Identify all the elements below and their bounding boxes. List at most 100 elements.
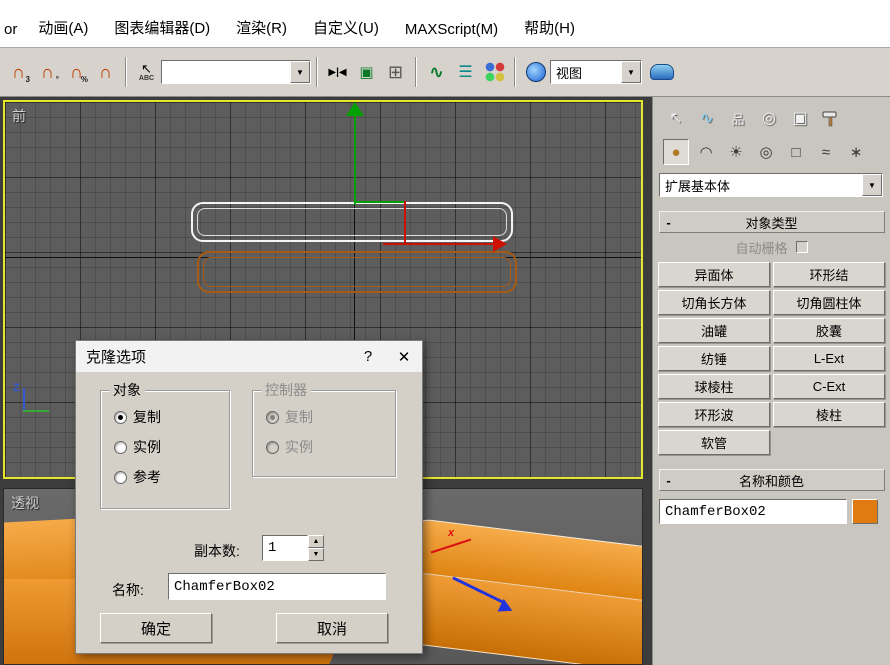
ok-button[interactable]: 确定 xyxy=(100,613,212,643)
collapse-icon: - xyxy=(666,472,671,488)
named-selection-value xyxy=(162,61,290,83)
gengon-button[interactable]: 球棱柱 xyxy=(658,374,770,399)
gizmo-y-arrowhead[interactable] xyxy=(346,102,364,116)
radio-reference[interactable] xyxy=(114,470,127,484)
radio-instance[interactable] xyxy=(114,440,127,454)
radio-controller-copy-label: 复制 xyxy=(285,409,313,425)
gizmo-x-arrowhead[interactable] xyxy=(493,236,507,252)
help-icon[interactable]: ? xyxy=(350,341,386,372)
name-color-rollout-header[interactable]: - 名称和颜色 xyxy=(658,469,885,491)
menu-item-truncated[interactable]: or xyxy=(2,19,25,40)
display-tab-icon[interactable]: ▣ xyxy=(787,105,813,131)
ringwave-button[interactable]: 环形波 xyxy=(658,402,770,427)
hierarchy-tab-icon[interactable]: 品 xyxy=(725,105,751,131)
spinner-down-icon[interactable]: ▼ xyxy=(308,548,324,561)
chevron-down-icon[interactable]: ▼ xyxy=(621,61,641,83)
layer-manager-icon[interactable]: ⊞ xyxy=(382,59,409,86)
torus-knot-button[interactable]: 环形结 xyxy=(773,262,885,287)
oiltank-button[interactable]: 油罐 xyxy=(658,318,770,343)
menu-item-maxscript[interactable]: MAXScript(M) xyxy=(392,19,511,40)
views-dropdown[interactable]: 视图 ▼ xyxy=(550,60,642,84)
category-dropdown[interactable]: 扩展基本体 ▼ xyxy=(659,173,883,197)
menu-bar: or 动画(A) 图表编辑器(D) 渲染(R) 自定义(U) MAXScript… xyxy=(0,0,890,48)
category-dropdown-value: 扩展基本体 xyxy=(665,178,731,194)
radio-controller-copy xyxy=(266,410,279,424)
tripod-x-axis xyxy=(23,410,49,412)
systems-subtab-icon[interactable]: ∗ xyxy=(843,139,869,165)
toolbar-separator xyxy=(514,57,516,87)
gizmo-y-axis[interactable] xyxy=(354,115,356,205)
gizmo-x-axis[interactable] xyxy=(383,243,493,245)
mirror-icon[interactable]: ▶|◀ xyxy=(324,59,351,86)
autogrid-row: 自动栅格 xyxy=(653,235,890,259)
dialog-title-bar[interactable]: 克隆选项 ? ✕ xyxy=(76,341,422,373)
menu-item-customize[interactable]: 自定义(U) xyxy=(300,15,392,40)
radio-controller-instance xyxy=(266,440,279,454)
material-editor-icon[interactable] xyxy=(481,59,508,86)
command-panel: ↖ ∿ 品 ◎ ▣ ● ◠ ☀ ◎ □ ≈ ∗ 扩展基本体 ▼ - 对象类型 自… xyxy=(652,97,890,665)
helpers-subtab-icon[interactable]: □ xyxy=(783,139,809,165)
perspective-viewport-label[interactable]: 透视 xyxy=(11,493,39,513)
dialog-body: 对象 复制 实例 参考 控制器 复制 实例 副本数: 1 ▲ ▼ 名称: Cha… xyxy=(76,373,422,653)
object-type-rollout-title: 对象类型 xyxy=(745,215,798,231)
edit-named-selections-icon[interactable]: ↖ ABC xyxy=(133,59,160,86)
name-input[interactable] xyxy=(168,573,386,600)
schematic-view-icon[interactable]: ☰ xyxy=(452,59,479,86)
lights-subtab-icon[interactable]: ☀ xyxy=(723,139,749,165)
copies-input[interactable] xyxy=(262,535,308,561)
gizmo-xy-plane-red[interactable] xyxy=(404,201,406,245)
tripod-z-axis xyxy=(23,388,25,412)
align-icon[interactable]: ▣ xyxy=(353,59,380,86)
copies-spinner: ▲ ▼ xyxy=(262,535,324,561)
world-icon[interactable] xyxy=(522,59,549,86)
spinner-snap-icon[interactable]: ∩ xyxy=(92,59,119,86)
spinner-up-icon[interactable]: ▲ xyxy=(308,535,324,548)
modify-tab-icon[interactable]: ∿ xyxy=(694,105,720,131)
chevron-down-icon[interactable]: ▼ xyxy=(290,61,310,83)
create-tab-icon[interactable]: ↖ xyxy=(663,105,689,131)
menu-item-animation[interactable]: 动画(A) xyxy=(25,15,101,40)
c-ext-button[interactable]: C-Ext xyxy=(773,374,885,399)
autogrid-label: 自动栅格 xyxy=(735,240,788,256)
chevron-down-icon[interactable]: ▼ xyxy=(862,174,882,196)
curve-editor-icon[interactable]: ∿ xyxy=(423,59,450,86)
radio-copy-label: 复制 xyxy=(133,409,161,425)
front-viewport-label[interactable]: 前 xyxy=(12,106,26,126)
object-type-rollout-header[interactable]: - 对象类型 xyxy=(658,211,885,233)
menu-item-graph-editors[interactable]: 图表编辑器(D) xyxy=(101,15,223,40)
object-color-swatch[interactable] xyxy=(852,499,878,524)
cancel-button[interactable]: 取消 xyxy=(276,613,388,643)
motion-tab-icon[interactable]: ◎ xyxy=(756,105,782,131)
utilities-tab-icon[interactable] xyxy=(818,105,844,131)
named-selection-combo[interactable]: ▼ xyxy=(161,60,311,84)
controller-group-label: 控制器 xyxy=(261,382,311,399)
gizmo-xy-plane-green[interactable] xyxy=(354,201,406,203)
prism-button[interactable]: 棱柱 xyxy=(773,402,885,427)
hose-button[interactable]: 软管 xyxy=(658,430,770,455)
close-icon[interactable]: ✕ xyxy=(386,341,422,372)
radio-copy[interactable] xyxy=(114,410,127,424)
cameras-subtab-icon[interactable]: ◎ xyxy=(753,139,779,165)
geometry-subtab-icon[interactable]: ● xyxy=(663,139,689,165)
percent-snap-icon[interactable]: ∩ % xyxy=(63,59,90,86)
shapes-subtab-icon[interactable]: ◠ xyxy=(693,139,719,165)
chamferbox-wireframe-orange[interactable] xyxy=(197,251,517,293)
menu-item-rendering[interactable]: 渲染(R) xyxy=(223,15,300,40)
render-setup-icon[interactable] xyxy=(648,59,675,86)
object-name-input[interactable] xyxy=(659,499,847,524)
angle-snap-icon[interactable]: ∩ ° xyxy=(34,59,61,86)
autogrid-checkbox[interactable] xyxy=(795,241,808,253)
radio-reference-label: 参考 xyxy=(133,469,161,485)
spacewarps-subtab-icon[interactable]: ≈ xyxy=(813,139,839,165)
chamferbox-button[interactable]: 切角长方体 xyxy=(658,290,770,315)
capsule-button[interactable]: 胶囊 xyxy=(773,318,885,343)
menu-item-help[interactable]: 帮助(H) xyxy=(511,15,588,40)
l-ext-button[interactable]: L-Ext xyxy=(773,346,885,371)
snap-toggle-icon[interactable]: ∩ 3 xyxy=(5,59,32,86)
spindle-button[interactable]: 纺锤 xyxy=(658,346,770,371)
name-color-rollout-title: 名称和颜色 xyxy=(738,473,804,489)
toolbar-separator xyxy=(415,57,417,87)
chamferbox-wireframe-white[interactable] xyxy=(191,202,513,242)
chamfercyl-button[interactable]: 切角圆柱体 xyxy=(773,290,885,315)
hedra-button[interactable]: 异面体 xyxy=(658,262,770,287)
